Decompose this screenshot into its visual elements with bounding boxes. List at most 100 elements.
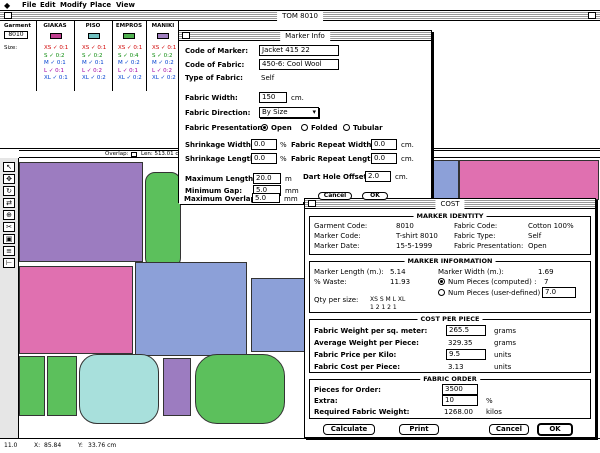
align-tool-icon[interactable]: ≡ [3, 246, 15, 256]
menu-place[interactable]: Place [90, 1, 111, 9]
fabric-price-field[interactable]: 9.5 [446, 349, 486, 360]
close-box-icon[interactable] [182, 32, 190, 39]
cost-titlebar[interactable]: COST [305, 199, 595, 209]
menu-edit[interactable]: Edit [40, 1, 56, 9]
column-piso-header[interactable]: PISO [78, 23, 108, 29]
fabric-width-field[interactable]: 150 [259, 92, 287, 103]
required-weight-label: Required Fabric Weight: [314, 408, 410, 416]
ok-button[interactable]: OK [537, 423, 573, 436]
extra-field[interactable]: 10 [442, 395, 478, 406]
maniki-sizes: XS ✓ 0:1 S ✓ 0:2 M ✓ 0:2 L ✓ 0:2 XL ✓ 0:2 [152, 45, 177, 81]
num-computed-radio[interactable] [438, 278, 445, 285]
measure-tool-icon[interactable]: ⊢ [3, 258, 15, 268]
shrinkage-width-unit: % [280, 141, 287, 149]
pattern-piece[interactable] [19, 266, 133, 354]
arrow-tool-icon[interactable]: ↖ [3, 162, 15, 172]
pattern-piece[interactable] [145, 172, 181, 268]
pattern-piece[interactable] [19, 162, 143, 262]
pattern-piece[interactable] [79, 354, 159, 424]
piso-sizes: XS ✓ 0:1 S ✓ 0:2 M ✓ 0:1 L ✓ 0:2 XL ✓ 0:2 [82, 45, 107, 81]
fabric-direction-select[interactable]: By Size ▾ [259, 107, 319, 118]
extra-unit: % [486, 397, 493, 405]
menu-view[interactable]: View [116, 1, 135, 9]
dart-hole-unit: cm. [395, 173, 408, 181]
column-giakas-header[interactable]: GIAKAS [40, 23, 70, 29]
zoom-tool-icon[interactable]: ⊕ [3, 210, 15, 220]
zoom-level: 11.0 [4, 442, 18, 449]
pieces-for-order-label: Pieces for Order: [314, 386, 381, 394]
marker-date-value: 15-5-1999 [396, 242, 433, 250]
repeat-width-field[interactable]: 0.0 [371, 139, 397, 150]
marker-info-ok-button[interactable]: OK [362, 192, 388, 200]
garment-code-label: Garment Code: [314, 222, 368, 230]
zoom-box-icon[interactable] [588, 12, 596, 19]
x-coordinate: 85.84 [44, 442, 62, 449]
marker-information-group: MARKER INFORMATION Marker Length (m.): 5… [309, 257, 591, 313]
apple-menu-icon[interactable]: ◆ [4, 1, 10, 10]
pieces-for-order-field[interactable]: 3500 [442, 384, 478, 395]
pattern-piece[interactable] [19, 356, 45, 416]
menu-file[interactable]: File [22, 1, 36, 9]
pattern-piece[interactable] [251, 278, 305, 352]
cut-tool-icon[interactable]: ✂ [3, 222, 15, 232]
repeat-length-field[interactable]: 0.0 [371, 153, 397, 164]
close-box-icon[interactable] [308, 200, 316, 207]
pattern-piece[interactable] [459, 160, 599, 200]
marker-info-title: Marker Info [280, 31, 330, 41]
max-length-field[interactable]: 20.0 [253, 173, 281, 184]
num-user-radio[interactable] [438, 289, 445, 296]
qty-sizes: XS S M L XL [370, 296, 406, 303]
shrinkage-width-label: Shrinkage Width: [185, 141, 254, 149]
empros-swatch-icon [123, 33, 135, 39]
cost-per-piece-group: COST PER PIECE Fabric Weight per sq. met… [309, 315, 591, 373]
flip-tool-icon[interactable]: ⇄ [3, 198, 15, 208]
code-of-marker-field[interactable]: Jacket 415 22 [259, 45, 339, 56]
avg-weight-label: Average Weight per Piece: [314, 339, 419, 347]
presentation-folded-label: Folded [311, 124, 338, 132]
fabric-presentation-value: Open [528, 242, 547, 250]
overlap-checkbox[interactable] [131, 152, 137, 157]
column-empros-header[interactable]: EMPROS [114, 23, 144, 29]
marker-info-titlebar[interactable]: Marker Info [179, 31, 431, 41]
marker-info-cancel-button[interactable]: Cancel [318, 192, 352, 200]
marker-code-value: T-shirt 8010 [396, 232, 438, 240]
print-button[interactable]: Print [399, 424, 439, 435]
fabric-weight-label: Fabric Weight per sq. meter: [314, 327, 428, 335]
y-label: Y: [78, 442, 83, 449]
code-of-fabric-field[interactable]: 450-6: Cool Wool [259, 59, 339, 70]
main-window-titlebar[interactable]: TOM 8010 [0, 11, 600, 21]
fabric-presentation-label: Fabric Presentation: [185, 124, 266, 132]
presentation-tubular-radio[interactable] [343, 124, 350, 131]
garment-code-value: 8010 [396, 222, 414, 230]
cancel-button[interactable]: Cancel [489, 424, 529, 435]
marker-identity-title: MARKER IDENTITY [413, 212, 487, 220]
max-overlap-field[interactable]: 5.0 [252, 193, 280, 203]
place-tool-icon[interactable]: ▣ [3, 234, 15, 244]
calculate-button[interactable]: Calculate [323, 424, 375, 435]
fabric-weight-field[interactable]: 265.5 [446, 325, 486, 336]
min-gap-label: Minimum Gap: [185, 187, 243, 195]
fabric-presentation-label: Fabric Presentation: [454, 242, 524, 250]
giakas-sizes: XS ✓ 0:1 S ✓ 0:2 M ✓ 0:1 L ✓ 0:1 XL ✓ 0:1 [44, 45, 69, 81]
waste-value: 11.93 [390, 278, 411, 286]
max-overlap-label: Maximum Overlap: [184, 195, 259, 203]
dart-hole-field[interactable]: 2.0 [365, 171, 391, 182]
presentation-open-radio[interactable] [261, 124, 268, 131]
close-box-icon[interactable] [4, 12, 12, 19]
marker-info-dialog: Marker Info Code of Marker: Jacket 415 2… [178, 30, 432, 203]
pattern-piece[interactable] [195, 354, 285, 424]
required-weight-unit: kilos [486, 408, 502, 416]
menu-modify[interactable]: Modify [60, 1, 87, 9]
shrinkage-length-field[interactable]: 0.0 [251, 153, 277, 164]
presentation-folded-radio[interactable] [301, 124, 308, 131]
rotate-tool-icon[interactable]: ↻ [3, 186, 15, 196]
pattern-piece[interactable] [135, 262, 247, 356]
move-tool-icon[interactable]: ✥ [3, 174, 15, 184]
column-maniki-header[interactable]: MANIKI [148, 23, 178, 29]
maniki-swatch-icon [157, 33, 169, 39]
pattern-piece[interactable] [47, 356, 77, 416]
num-user-field[interactable]: 7.0 [542, 287, 576, 298]
shrinkage-width-field[interactable]: 0.0 [251, 139, 277, 150]
garment-field[interactable]: 8010 [4, 31, 28, 39]
pattern-piece[interactable] [163, 358, 191, 416]
